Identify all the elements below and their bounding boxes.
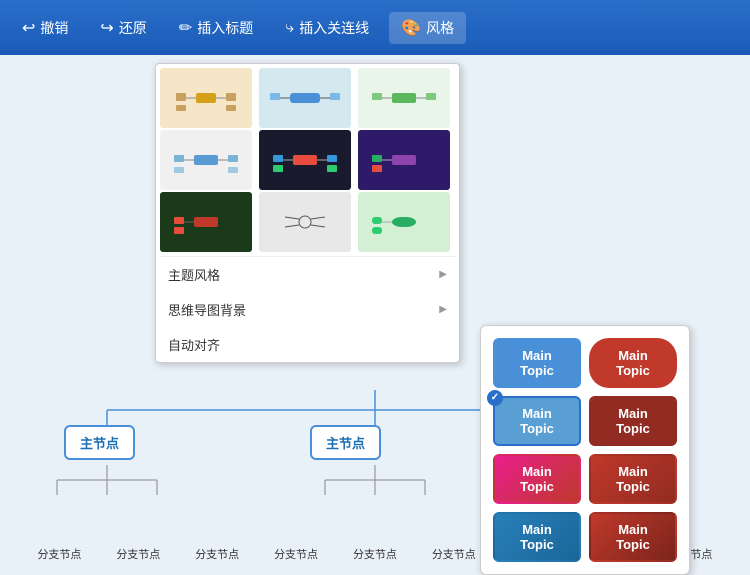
- topic-style-btn-4[interactable]: Main Topic: [589, 396, 677, 446]
- style-grid[interactable]: [156, 64, 459, 256]
- branch-node-5: 分支节点: [353, 546, 397, 562]
- topic-style-btn-3[interactable]: Main Topic: [493, 396, 581, 446]
- style-icon: 🎨: [401, 18, 421, 38]
- style-thumb-2[interactable]: [259, 68, 351, 128]
- style-panel: 主题风格 ▶ 思维导图背景 ▶ 自动对齐: [155, 63, 460, 363]
- style-button[interactable]: 🎨 风格: [389, 12, 466, 44]
- topic-style-btn-5[interactable]: Main Topic: [493, 454, 581, 504]
- chevron-right-icon: ▶: [439, 269, 447, 280]
- topic-style-panel: Main Topic Main Topic Main Topic Main To…: [480, 325, 690, 575]
- topic-style-btn-7[interactable]: Main Topic: [493, 512, 581, 562]
- topic-style-btn-8[interactable]: Main Topic: [589, 512, 677, 562]
- style-thumb-7[interactable]: [160, 192, 252, 252]
- branch-node-4: 分支节点: [274, 546, 318, 562]
- branch-node-1: 分支节点: [37, 546, 81, 562]
- toolbar: ↩ 撤销 ↪ 还原 ✏ 插入标题 ⤷ 插入关连线 🎨 风格: [0, 0, 750, 55]
- redo-button[interactable]: ↪ 还原: [88, 12, 158, 44]
- menu-item-auto-align[interactable]: 自动对齐: [156, 327, 459, 362]
- topic-style-btn-6[interactable]: Main Topic: [589, 454, 677, 504]
- menu-item-mindmap-bg[interactable]: 思维导图背景 ▶: [156, 292, 459, 327]
- topic-style-btn-1[interactable]: Main Topic: [493, 338, 581, 388]
- branch-node-3: 分支节点: [195, 546, 239, 562]
- style-thumb-6[interactable]: [358, 130, 450, 190]
- topic-style-btn-2[interactable]: Main Topic: [589, 338, 677, 388]
- insert-title-icon: ✏: [179, 18, 192, 38]
- insert-title-button[interactable]: ✏ 插入标题: [167, 12, 265, 44]
- menu-item-theme-style[interactable]: 主题风格 ▶: [156, 257, 459, 292]
- chevron-right-icon-2: ▶: [439, 304, 447, 315]
- branch-node-6: 分支节点: [432, 546, 476, 562]
- redo-icon: ↪: [100, 18, 113, 38]
- branch-node-2: 分支节点: [116, 546, 160, 562]
- style-thumb-5[interactable]: [259, 130, 351, 190]
- main-node-left[interactable]: 主节点: [64, 425, 135, 460]
- style-thumb-1[interactable]: [160, 68, 252, 128]
- undo-icon: ↩: [22, 18, 35, 38]
- insert-link-button[interactable]: ⤷ 插入关连线: [273, 12, 381, 44]
- insert-link-icon: ⤷: [285, 19, 294, 37]
- main-node-center[interactable]: 主节点: [310, 425, 381, 460]
- style-thumb-3[interactable]: [358, 68, 450, 128]
- style-thumb-9[interactable]: [358, 192, 450, 252]
- style-thumb-8[interactable]: [259, 192, 351, 252]
- undo-button[interactable]: ↩ 撤销: [10, 12, 80, 44]
- canvas-area: 主题风格 ▶ 思维导图背景 ▶ 自动对齐 Main Topic Main Top…: [0, 55, 750, 570]
- style-thumb-4[interactable]: [160, 130, 252, 190]
